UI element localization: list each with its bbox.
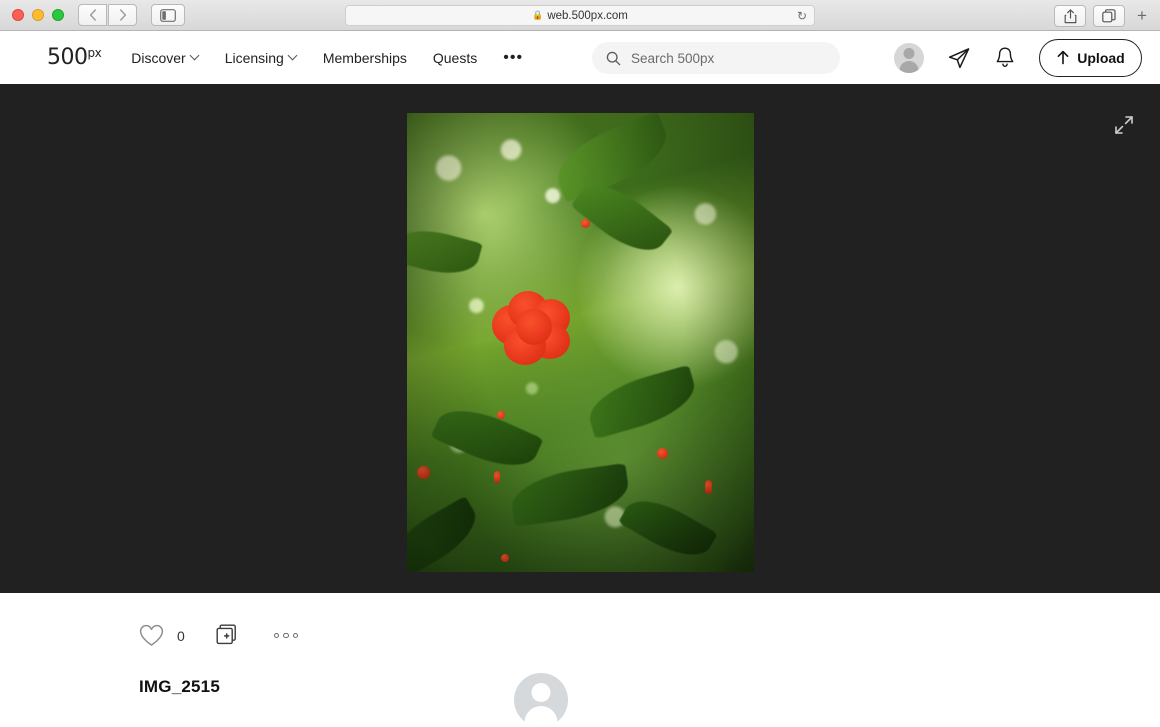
- upload-button-label: Upload: [1077, 49, 1125, 66]
- maximize-window-button[interactable]: [52, 9, 64, 21]
- add-to-gallery-button[interactable]: [214, 623, 239, 648]
- url-text: web.500px.com: [547, 9, 628, 22]
- expand-arrows-icon: [1115, 116, 1133, 134]
- show-tabs-button[interactable]: [1093, 5, 1125, 27]
- nav-right-controls: Upload: [894, 31, 1142, 84]
- like-count: 0: [177, 627, 185, 644]
- browser-nav-buttons: [78, 4, 137, 26]
- photo-vignette: [407, 113, 754, 572]
- like-button[interactable]: 0: [139, 624, 185, 647]
- more-options-icon: [283, 632, 289, 639]
- more-options-button[interactable]: [273, 632, 299, 639]
- notifications-button[interactable]: [994, 46, 1016, 69]
- browser-chrome-right-controls: +: [1054, 5, 1152, 27]
- author-avatar-icon[interactable]: [514, 673, 568, 727]
- show-tabs-icon: [1102, 9, 1116, 23]
- chevron-down-icon: [191, 52, 199, 60]
- share-icon: [1064, 8, 1076, 23]
- photo-details-section: 0 IMG_2515: [0, 593, 1160, 705]
- sidebar-toggle-button[interactable]: [151, 4, 185, 26]
- add-to-gallery-icon: [216, 624, 236, 645]
- search-input[interactable]: [631, 50, 821, 66]
- address-bar[interactable]: 🔒 web.500px.com ↻: [345, 5, 815, 26]
- chevron-right-icon: [119, 9, 126, 21]
- browser-chrome: 🔒 web.500px.com ↻ +: [0, 0, 1160, 31]
- nav-more-menu-button[interactable]: •••: [503, 49, 523, 66]
- nav-item-discover-label: Discover: [131, 49, 186, 66]
- close-window-button[interactable]: [12, 9, 24, 21]
- chevron-left-icon: [89, 9, 96, 21]
- more-options-icon: [273, 632, 280, 639]
- chevron-down-icon: [289, 52, 297, 60]
- user-avatar-icon[interactable]: [894, 42, 924, 73]
- forward-button[interactable]: [108, 4, 137, 26]
- heart-icon: [139, 624, 164, 646]
- nav-item-licensing[interactable]: Licensing: [225, 50, 297, 66]
- arrow-up-icon: [1057, 50, 1069, 65]
- more-options-icon: [292, 632, 299, 639]
- nav-item-discover[interactable]: Discover: [131, 50, 198, 66]
- minimize-window-button[interactable]: [32, 9, 44, 21]
- bell-icon: [996, 47, 1014, 68]
- photo-title: IMG_2515: [139, 677, 220, 696]
- nav-item-licensing-label: Licensing: [224, 49, 284, 66]
- search-icon: [606, 51, 621, 65]
- paper-plane-icon: [948, 47, 970, 68]
- nav-item-quests[interactable]: Quests: [433, 50, 477, 66]
- site-logo[interactable]: 500px: [47, 44, 102, 70]
- site-logo-text: 500: [47, 44, 88, 70]
- nav-item-quests-label: Quests: [432, 49, 478, 66]
- messages-button[interactable]: [947, 46, 971, 70]
- photo-image[interactable]: [407, 113, 754, 572]
- nav-item-memberships[interactable]: Memberships: [323, 50, 407, 66]
- photo-stage: [0, 84, 1160, 593]
- sidebar-toggle-icon: [160, 8, 176, 22]
- primary-nav-links: Discover Licensing Memberships Quests ••…: [131, 49, 523, 66]
- reload-button[interactable]: ↻: [797, 10, 807, 22]
- site-logo-superscript: px: [87, 45, 102, 60]
- nav-item-memberships-label: Memberships: [322, 49, 407, 66]
- back-button[interactable]: [78, 4, 107, 26]
- window-traffic-lights: [12, 9, 64, 21]
- photo-action-bar: 0: [139, 623, 299, 648]
- lock-icon: 🔒: [532, 10, 544, 20]
- share-button[interactable]: [1054, 5, 1086, 27]
- search-box[interactable]: [592, 42, 840, 74]
- upload-button[interactable]: Upload: [1039, 38, 1142, 77]
- new-tab-button[interactable]: +: [1132, 6, 1152, 26]
- expand-fullscreen-button[interactable]: [1113, 114, 1135, 136]
